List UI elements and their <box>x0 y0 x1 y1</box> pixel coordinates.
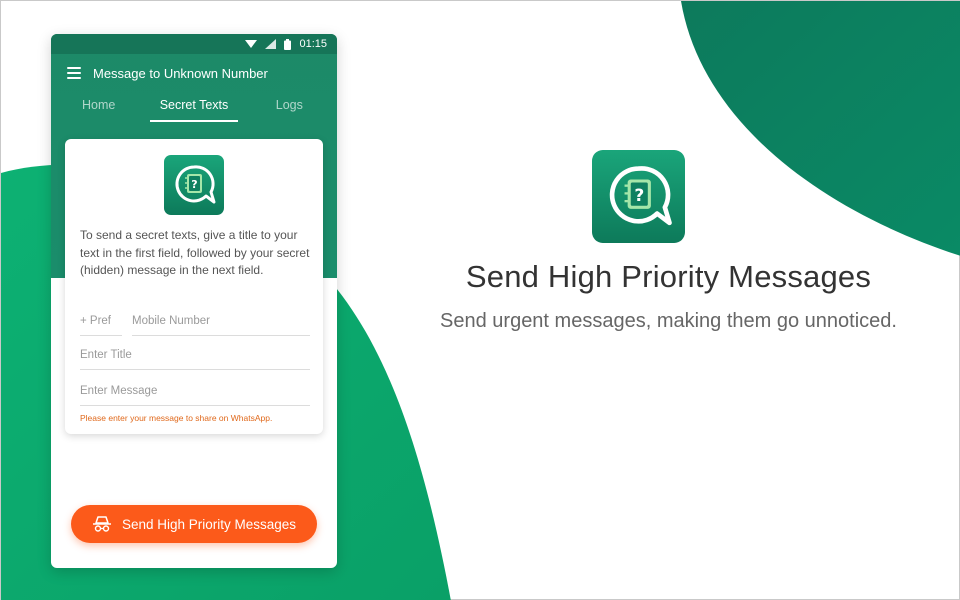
incognito-icon <box>92 516 111 532</box>
menu-icon[interactable] <box>67 67 81 79</box>
country-prefix-input[interactable]: + Pref <box>80 315 122 336</box>
instructions-text: To send a secret texts, give a title to … <box>80 228 310 277</box>
battery-icon <box>284 38 292 50</box>
tab-home[interactable]: Home <box>51 92 146 122</box>
send-button-label: Send High Priority Messages <box>121 516 297 532</box>
validation-hint: Please enter your message to share on Wh… <box>80 413 273 423</box>
status-time: 01:15 <box>299 38 327 50</box>
mobile-number-input[interactable]: Mobile Number <box>132 315 310 336</box>
phone-mockup: 01:15 Message to Unknown Number Home Sec… <box>51 34 337 568</box>
send-high-priority-button[interactable]: Send High Priority Messages <box>71 505 317 543</box>
signal-icon <box>265 39 277 49</box>
app-title: Message to Unknown Number <box>93 65 268 81</box>
hero-subtitle: Send urgent messages, making them go unn… <box>440 310 897 332</box>
app-bar: Message to Unknown Number <box>51 60 337 86</box>
secret-text-card: ? To send a secret texts, give a title t… <box>65 139 323 434</box>
title-input[interactable]: Enter Title <box>80 349 310 370</box>
status-bar: 01:15 <box>51 34 337 54</box>
svg-text:?: ? <box>191 178 197 191</box>
tab-logs[interactable]: Logs <box>242 92 337 122</box>
wifi-icon <box>245 40 258 48</box>
svg-text:?: ? <box>634 186 644 206</box>
secret-notebook-chat-icon: ? <box>164 155 224 215</box>
secret-notebook-chat-icon: ? <box>592 150 685 243</box>
tab-secret-texts[interactable]: Secret Texts <box>146 92 241 122</box>
hero-title: Send High Priority Messages <box>465 259 872 294</box>
tab-bar: Home Secret Texts Logs <box>51 92 337 122</box>
message-input[interactable]: Enter Message <box>80 385 310 406</box>
